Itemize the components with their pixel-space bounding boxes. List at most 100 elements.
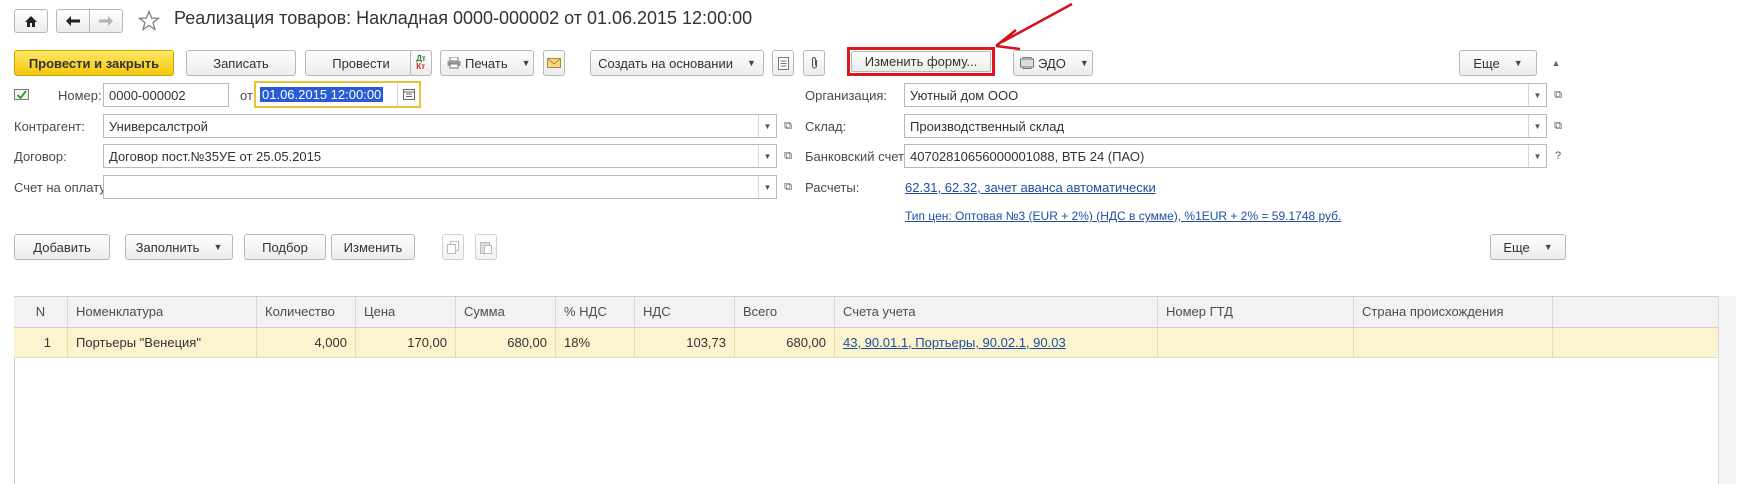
warehouse-field[interactable]: Производственный склад ▼ <box>904 114 1547 138</box>
bank-account-field[interactable]: 40702810656000001088, ВТБ 24 (ПАО) ▼ <box>904 144 1547 168</box>
open-icon[interactable]: ⧉ <box>779 145 797 167</box>
dt-kt-button[interactable]: Дт Кт <box>410 50 432 76</box>
number-label: Номер: <box>58 88 102 103</box>
price-type-link[interactable]: Тип цен: Оптовая №3 (EUR + 2%) (НДС в су… <box>905 209 1341 223</box>
chevron-down-icon[interactable]: ▼ <box>1528 84 1546 106</box>
organization-label: Организация: <box>805 88 888 103</box>
quantity-cell[interactable]: 4,000 <box>257 328 356 357</box>
table-more-label: Еще <box>1503 239 1530 255</box>
organization-value: Уютный дом ООО <box>910 88 1019 103</box>
sum-cell[interactable]: 680,00 <box>456 328 556 357</box>
post-button[interactable]: Провести <box>305 50 417 76</box>
open-icon[interactable]: ⧉ <box>1549 115 1567 137</box>
arrow-left-icon <box>66 16 80 26</box>
table-row[interactable]: 1 Портьеры "Венеция" 4,000 170,00 680,00… <box>14 328 1736 358</box>
column-header[interactable]: Счета учета <box>835 297 1158 327</box>
settlements-link[interactable]: 62.31, 62.32, зачет аванса автоматически <box>905 180 1156 195</box>
calendar-icon[interactable] <box>397 83 419 106</box>
paperclip-icon <box>811 57 817 69</box>
column-header[interactable]: Сумма <box>456 297 556 327</box>
chevron-down-icon: ▼ <box>746 58 756 68</box>
more-label: Еще <box>1473 55 1500 71</box>
forward-button[interactable] <box>89 9 123 33</box>
chevron-down-icon[interactable]: ▼ <box>758 145 776 167</box>
column-header[interactable]: % НДС <box>556 297 635 327</box>
table-header: N Номенклатура Количество Цена Сумма % Н… <box>14 296 1736 328</box>
copy-button[interactable] <box>442 234 464 260</box>
printer-icon <box>447 57 461 69</box>
organization-field[interactable]: Уютный дом ООО ▼ <box>904 83 1547 107</box>
post-and-close-button[interactable]: Провести и закрыть <box>14 50 174 76</box>
envelope-icon <box>547 58 561 68</box>
contract-label: Договор: <box>14 149 67 164</box>
gtd-cell[interactable] <box>1158 328 1354 357</box>
open-icon[interactable]: ⧉ <box>1549 84 1567 106</box>
table-scrollbar[interactable] <box>1718 296 1736 484</box>
country-cell[interactable] <box>1354 328 1553 357</box>
column-header[interactable]: Номенклатура <box>68 297 257 327</box>
bank-account-value: 40702810656000001088, ВТБ 24 (ПАО) <box>910 149 1145 164</box>
price-cell[interactable]: 170,00 <box>356 328 456 357</box>
chevron-down-icon: ▼ <box>1543 242 1553 252</box>
change-form-button[interactable]: Изменить форму... <box>851 51 991 72</box>
bank-account-label: Банковский счет: <box>805 149 908 164</box>
accounts-cell[interactable]: 43, 90.01.1, Портьеры, 90.02.1, 90.03 <box>835 328 1158 357</box>
row-number: 1 <box>14 328 68 357</box>
contractor-field[interactable]: Универсалстрой ▼ <box>103 114 777 138</box>
column-header[interactable]: Всего <box>735 297 835 327</box>
attach-button[interactable] <box>803 50 825 76</box>
fill-button[interactable]: Заполнить ▼ <box>125 234 233 260</box>
column-header[interactable]: N <box>14 297 68 327</box>
vat-rate-cell[interactable]: 18% <box>556 328 635 357</box>
total-cell[interactable]: 680,00 <box>735 328 835 357</box>
add-button[interactable]: Добавить <box>14 234 110 260</box>
chevron-down-icon[interactable]: ▼ <box>758 115 776 137</box>
back-button[interactable] <box>56 9 90 33</box>
email-button[interactable] <box>543 50 565 76</box>
print-button[interactable]: Печать ▼ <box>440 50 534 76</box>
chevron-down-icon[interactable]: ▼ <box>758 176 776 198</box>
chevron-down-icon[interactable]: ▼ <box>1528 115 1546 137</box>
contractor-label: Контрагент: <box>14 119 85 134</box>
home-button[interactable] <box>14 9 48 33</box>
chevron-down-icon: ▼ <box>1079 58 1089 68</box>
scroll-up-icon[interactable]: ▲ <box>1548 50 1564 76</box>
help-icon[interactable]: ? <box>1549 145 1567 167</box>
open-icon[interactable]: ⧉ <box>779 115 797 137</box>
column-header[interactable]: НДС <box>635 297 735 327</box>
date-value: 01.06.2015 12:00:00 <box>260 87 384 102</box>
vat-cell[interactable]: 103,73 <box>635 328 735 357</box>
accounts-link[interactable]: 43, 90.01.1, Портьеры, 90.02.1, 90.03 <box>843 335 1066 350</box>
chevron-down-icon[interactable]: ▼ <box>1528 145 1546 167</box>
dt-kt-icon: Дт Кт <box>416 54 426 71</box>
change-button[interactable]: Изменить <box>331 234 415 260</box>
pick-button[interactable]: Подбор <box>244 234 326 260</box>
item-cell[interactable]: Портьеры "Венеция" <box>68 328 257 357</box>
document-button[interactable] <box>772 50 794 76</box>
save-button[interactable]: Записать <box>186 50 296 76</box>
contract-field[interactable]: Договор пост.№35УЕ от 25.05.2015 ▼ <box>103 144 777 168</box>
paste-icon <box>480 241 492 254</box>
more-button[interactable]: Еще ▼ <box>1459 50 1537 76</box>
column-header[interactable]: Страна происхождения <box>1354 297 1553 327</box>
column-header[interactable]: Количество <box>257 297 356 327</box>
chevron-down-icon: ▼ <box>521 58 531 68</box>
create-based-on-button[interactable]: Создать на основании ▼ <box>590 50 764 76</box>
table-more-button[interactable]: Еще ▼ <box>1490 234 1566 260</box>
invoice-field[interactable]: ▼ <box>103 175 777 199</box>
open-icon[interactable]: ⧉ <box>779 176 797 198</box>
print-label: Печать <box>465 55 508 71</box>
page-title: Реализация товаров: Накладная 0000-00000… <box>174 8 753 28</box>
column-header[interactable]: Номер ГТД <box>1158 297 1354 327</box>
number-field[interactable]: 0000-000002 <box>103 83 229 107</box>
warehouse-label: Склад: <box>805 119 847 134</box>
warehouse-value: Производственный склад <box>910 119 1065 134</box>
invoice-label: Счет на оплату: <box>14 180 110 195</box>
paste-button[interactable] <box>475 234 497 260</box>
favorite-button[interactable] <box>137 9 161 33</box>
star-icon <box>138 10 160 31</box>
fill-label: Заполнить <box>135 239 200 255</box>
column-header[interactable]: Цена <box>356 297 456 327</box>
date-field[interactable]: 01.06.2015 12:00:00 <box>254 81 421 108</box>
document-icon <box>777 56 789 70</box>
